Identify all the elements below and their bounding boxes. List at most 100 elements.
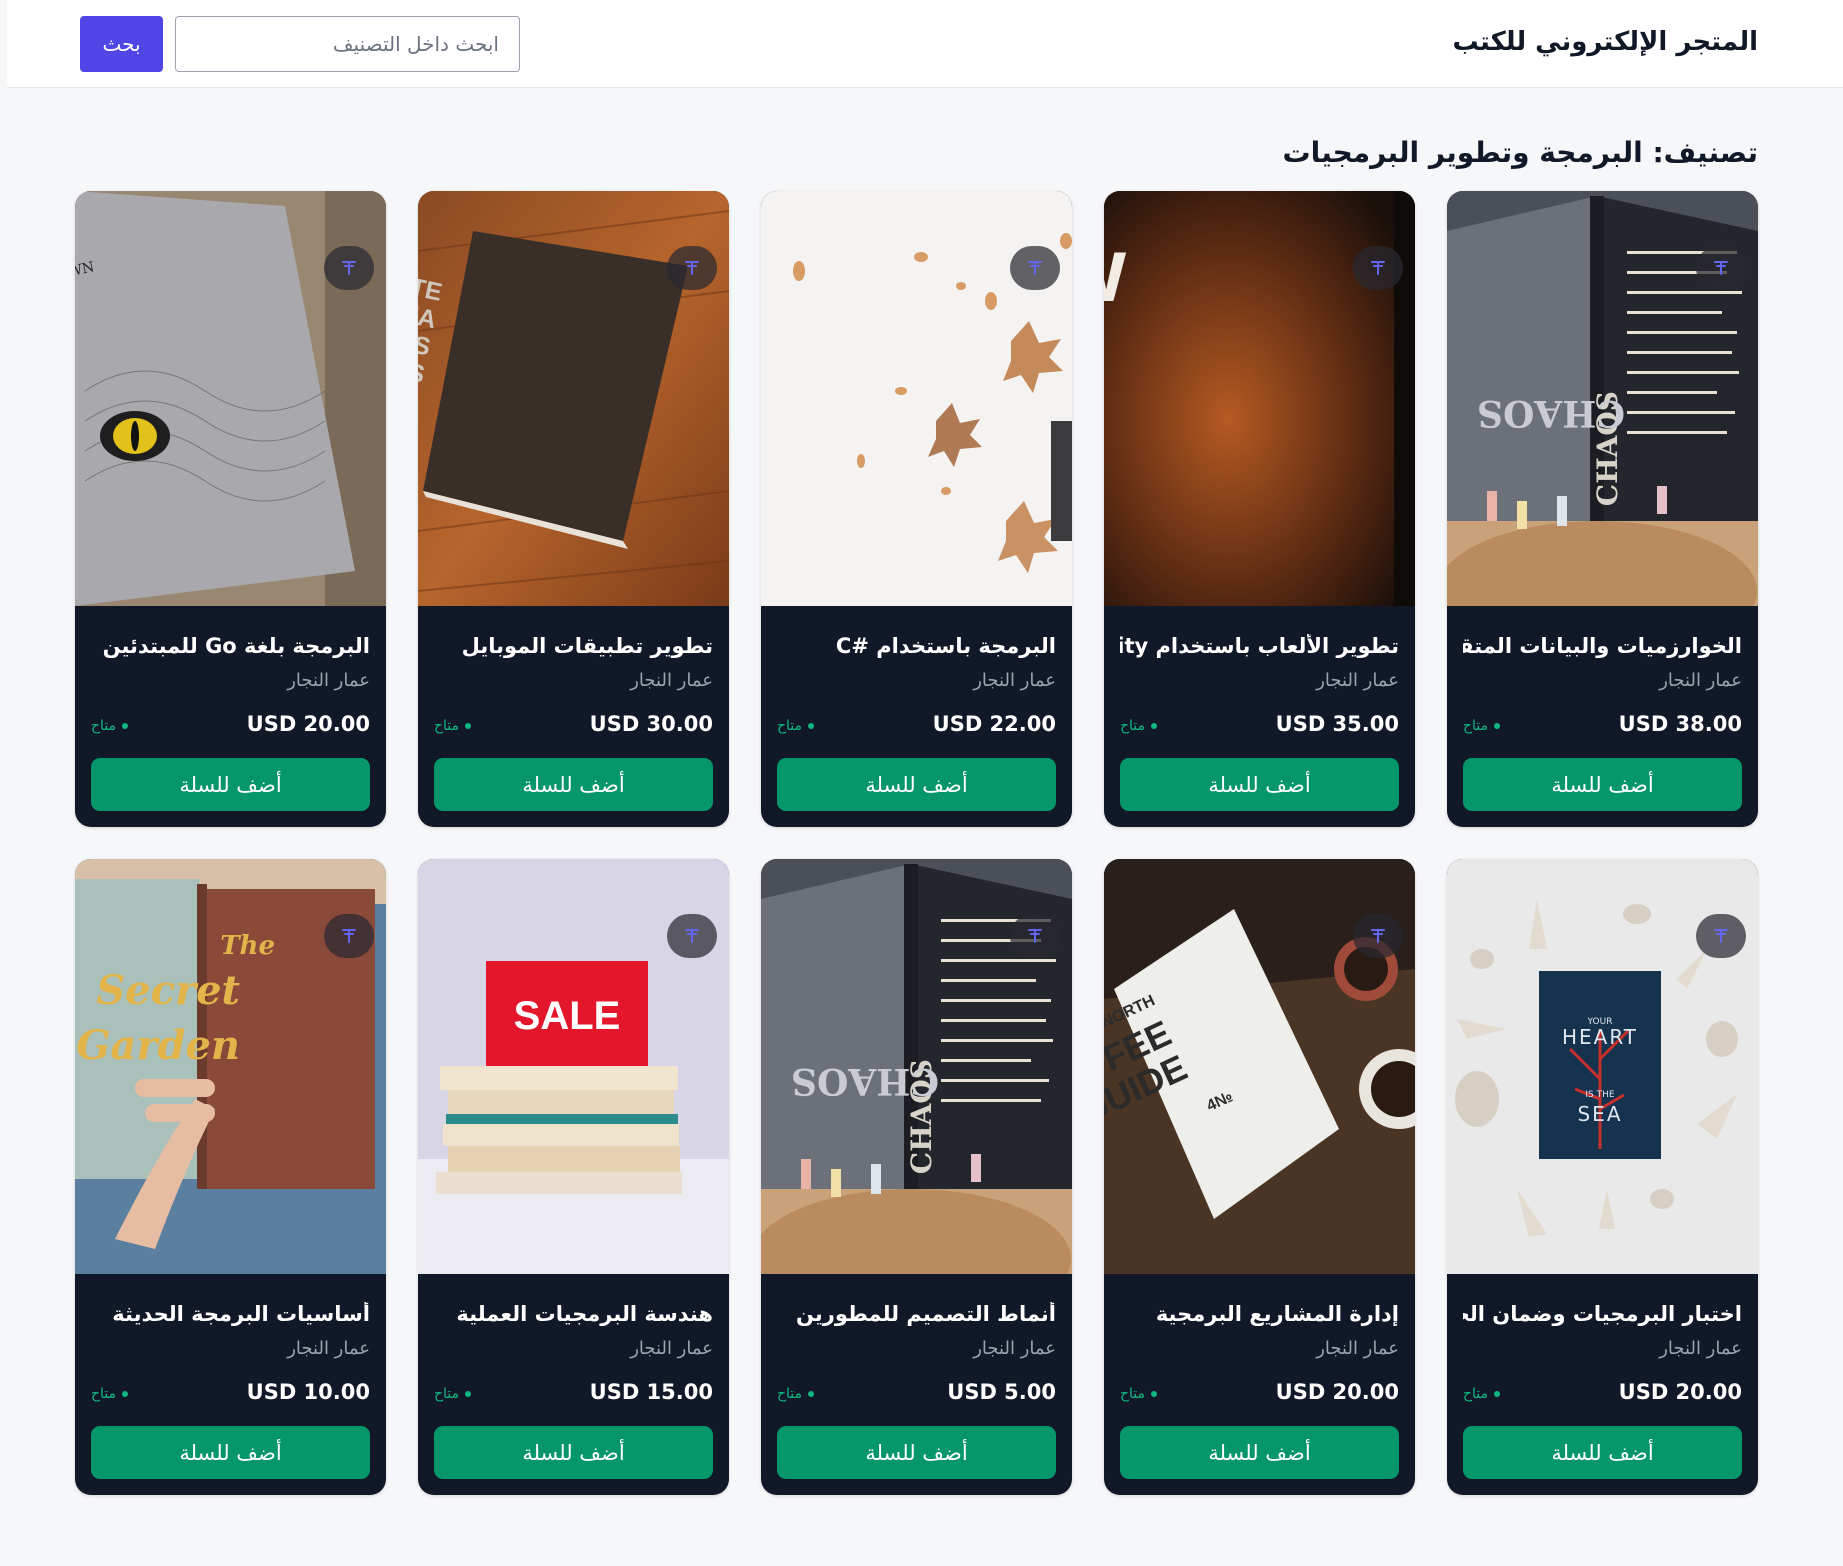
book-price: USD 22.00 (932, 712, 1056, 736)
add-to-cart-button[interactable]: أضف للسلة (1463, 758, 1742, 811)
book-author: عمار النجار (630, 670, 713, 691)
book-title[interactable]: إدارة المشاريع البرمجية (1120, 1302, 1399, 1326)
book-title[interactable]: اختبار البرمجيات وضمان الجودة (1463, 1302, 1742, 1326)
search-bar: بحث (80, 16, 520, 72)
status-dot-icon (465, 723, 472, 729)
status-text: متاح (1463, 1386, 1489, 1402)
add-to-cart-button[interactable]: أضف للسلة (1120, 1426, 1399, 1479)
category-title: تصنيف: البرمجة وتطوير البرمجيات (1282, 136, 1758, 169)
pin-button[interactable] (667, 914, 717, 958)
pin-icon (1371, 929, 1385, 943)
pin-button[interactable] (1353, 246, 1403, 290)
book-author: عمار النجار (1316, 1338, 1399, 1359)
book-title[interactable]: هندسة البرمجيات العملية (434, 1302, 713, 1326)
book-title[interactable]: تطوير تطبيقات الموبايل (434, 634, 713, 658)
add-to-cart-button[interactable]: أضف للسلة (777, 758, 1056, 811)
book-card[interactable]: SALE هندسة البرمجيات العملية عمار النجار… (418, 859, 729, 1495)
status-dot-icon (1151, 1391, 1158, 1397)
pin-icon (1714, 261, 1728, 275)
status-text: متاح (91, 1386, 117, 1402)
book-title[interactable]: البرمجة باستخدام #C (777, 634, 1056, 658)
book-price: USD 20.00 (1275, 1380, 1399, 1404)
add-to-cart-button[interactable]: أضف للسلة (777, 1426, 1056, 1479)
pin-button[interactable] (1696, 246, 1746, 290)
site-header: المتجر الإلكتروني للكتب بحث (7, 0, 1843, 88)
add-to-cart-button[interactable]: أضف للسلة (91, 1426, 370, 1479)
book-card[interactable]: New ngland تطوير الألعاب باستخدام Unity … (1104, 191, 1415, 827)
pin-button[interactable] (1010, 914, 1060, 958)
pin-icon (1028, 929, 1042, 943)
add-to-cart-button[interactable]: أضف للسلة (1463, 1426, 1742, 1479)
book-price: USD 10.00 (246, 1380, 370, 1404)
book-price: USD 30.00 (589, 712, 713, 736)
add-to-cart-button[interactable]: أضف للسلة (434, 758, 713, 811)
status-dot-icon (808, 723, 815, 729)
svg-text:Garden: Garden (76, 1022, 240, 1069)
svg-text:New: New (1104, 219, 1126, 321)
store-title: المتجر الإلكتروني للكتب (1452, 27, 1758, 57)
availability-badge: متاح (1120, 1386, 1158, 1402)
status-dot-icon (122, 723, 129, 729)
pin-icon (1028, 261, 1042, 275)
book-card[interactable]: YOUR HEART IS THE SEA اختبار البرمجيات و… (1447, 859, 1758, 1495)
pin-button[interactable] (1353, 914, 1403, 958)
book-author: عمار النجار (630, 1338, 713, 1359)
status-text: متاح (434, 1386, 460, 1402)
status-dot-icon (1494, 723, 1501, 729)
status-dot-icon (1151, 723, 1158, 729)
search-input[interactable] (175, 16, 520, 72)
add-to-cart-button[interactable]: أضف للسلة (91, 758, 370, 811)
book-price: USD 38.00 (1618, 712, 1742, 736)
status-dot-icon (465, 1391, 472, 1397)
pin-button[interactable] (1010, 246, 1060, 290)
book-title[interactable]: أساسيات البرمجة الحديثة (91, 1302, 370, 1326)
books-grid: CHAOS CHAOS الخوارزميات والبيانات المتقد… (72, 191, 1758, 1495)
book-card[interactable]: LEA ESTE LIBRO SI DESEA TOMAR BUENAS FOT… (418, 191, 729, 827)
status-text: متاح (1463, 718, 1489, 734)
book-card[interactable]: CHAOS CHAOS الخوارزميات والبيانات المتقد… (1447, 191, 1758, 827)
availability-badge: متاح (91, 718, 129, 734)
availability-badge: متاح (91, 1386, 129, 1402)
book-price: USD 15.00 (589, 1380, 713, 1404)
book-price: USD 20.00 (1618, 1380, 1742, 1404)
svg-text:Secret: Secret (96, 967, 240, 1014)
pin-button[interactable] (667, 246, 717, 290)
book-title[interactable]: الخوارزميات والبيانات المتقدمة (1463, 634, 1742, 658)
pin-icon (685, 261, 699, 275)
pin-icon (685, 929, 699, 943)
status-text: متاح (777, 1386, 803, 1402)
book-card[interactable]: THE NORTH COFFEE GUIDE №4 إدارة المشاريع… (1104, 859, 1415, 1495)
book-card[interactable]: UNKNOWN MAL IRIT البرمجة بلغة Go للمبتدئ… (75, 191, 386, 827)
book-card[interactable]: CHAOS CHAOS أنماط التصميم للمطورين عمار … (761, 859, 1072, 1495)
search-button[interactable]: بحث (80, 16, 163, 72)
pin-button[interactable] (1696, 914, 1746, 958)
book-author: عمار النجار (1659, 1338, 1742, 1359)
svg-text:IS THE: IS THE (1585, 1090, 1614, 1100)
add-to-cart-button[interactable]: أضف للسلة (434, 1426, 713, 1479)
book-title[interactable]: أنماط التصميم للمطورين (777, 1302, 1056, 1326)
book-title[interactable]: تطوير الألعاب باستخدام Unity (1120, 634, 1399, 658)
svg-text:HEART: HEART (1562, 1025, 1638, 1049)
book-price: USD 20.00 (246, 712, 370, 736)
pin-button[interactable] (324, 914, 374, 958)
book-card[interactable]: البرمجة باستخدام #C عمار النجار USD 22.0… (761, 191, 1072, 827)
pin-icon (1714, 929, 1728, 943)
status-dot-icon (1494, 1391, 1501, 1397)
status-text: متاح (91, 718, 117, 734)
book-price: USD 35.00 (1275, 712, 1399, 736)
status-text: متاح (434, 718, 460, 734)
availability-badge: متاح (1463, 1386, 1501, 1402)
svg-text:CHAOS: CHAOS (1477, 392, 1625, 434)
pin-button[interactable] (324, 246, 374, 290)
book-author: عمار النجار (973, 670, 1056, 691)
book-title[interactable]: البرمجة بلغة Go للمبتدئين (91, 634, 370, 658)
status-text: متاح (1120, 718, 1146, 734)
book-author: عمار النجار (1659, 670, 1742, 691)
add-to-cart-button[interactable]: أضف للسلة (1120, 758, 1399, 811)
status-text: متاح (777, 718, 803, 734)
availability-badge: متاح (1120, 718, 1158, 734)
availability-badge: متاح (777, 1386, 815, 1402)
book-card[interactable]: The Secret Garden أساسيات البرمجة الحديث… (75, 859, 386, 1495)
book-author: عمار النجار (1316, 670, 1399, 691)
pin-icon (342, 929, 356, 943)
